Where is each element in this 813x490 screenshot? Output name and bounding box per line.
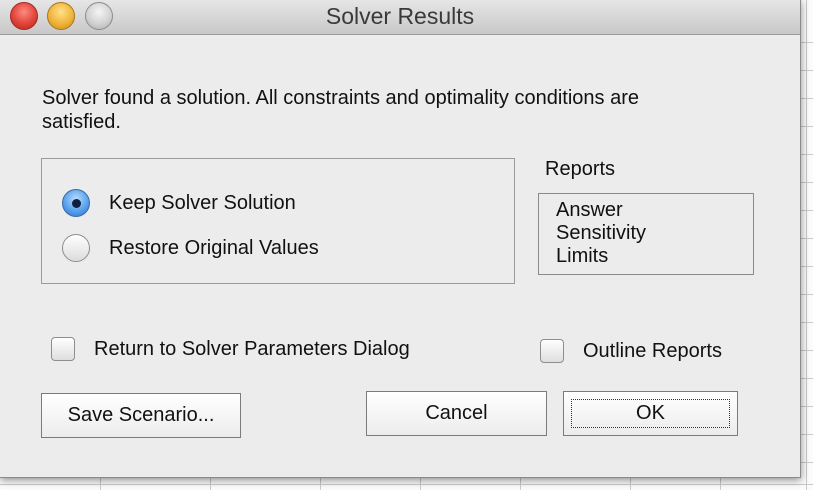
grid-line <box>630 477 631 490</box>
restore-values-label: Restore Original Values <box>109 236 319 259</box>
save-scenario-button[interactable]: Save Scenario... <box>41 393 241 438</box>
return-to-parameters-checkbox[interactable] <box>51 337 75 361</box>
grid-line <box>100 477 101 490</box>
grid-line <box>420 477 421 490</box>
reports-heading: Reports <box>545 158 616 180</box>
ok-button-label: OK <box>571 399 730 428</box>
outline-reports-option[interactable]: Outline Reports <box>540 339 722 363</box>
grid-line <box>210 477 211 490</box>
title-bar[interactable]: Solver Results <box>0 0 800 35</box>
report-item-sensitivity[interactable]: Sensitivity <box>556 222 753 245</box>
report-item-limits[interactable]: Limits <box>556 245 753 268</box>
grid-line <box>720 477 721 490</box>
solver-results-dialog: Solver Results Solver found a solution. … <box>0 0 801 478</box>
restore-values-option[interactable]: Restore Original Values <box>62 234 319 262</box>
restore-values-radio[interactable] <box>62 234 90 262</box>
grid-line <box>806 0 807 490</box>
return-to-parameters-option[interactable]: Return to Solver Parameters Dialog <box>51 337 410 361</box>
grid-line <box>320 477 321 490</box>
return-to-parameters-label: Return to Solver Parameters Dialog <box>94 337 410 360</box>
ok-button[interactable]: OK <box>563 391 738 436</box>
keep-solution-option[interactable]: Keep Solver Solution <box>62 189 296 217</box>
keep-solution-label: Keep Solver Solution <box>109 191 296 214</box>
grid-line <box>520 477 521 490</box>
radio-selected-dot <box>71 198 81 208</box>
cancel-button[interactable]: Cancel <box>366 391 547 436</box>
outline-reports-checkbox[interactable] <box>540 339 564 363</box>
status-message: Solver found a solution. All constraints… <box>42 87 640 133</box>
report-item-answer[interactable]: Answer <box>556 199 753 222</box>
grid-line <box>0 484 813 485</box>
window-title: Solver Results <box>325 3 475 29</box>
keep-solution-radio[interactable] <box>62 189 90 217</box>
reports-list[interactable]: Answer Sensitivity Limits <box>538 193 754 275</box>
solution-options-group: Keep Solver Solution Restore Original Va… <box>41 158 515 284</box>
outline-reports-label: Outline Reports <box>583 339 722 362</box>
